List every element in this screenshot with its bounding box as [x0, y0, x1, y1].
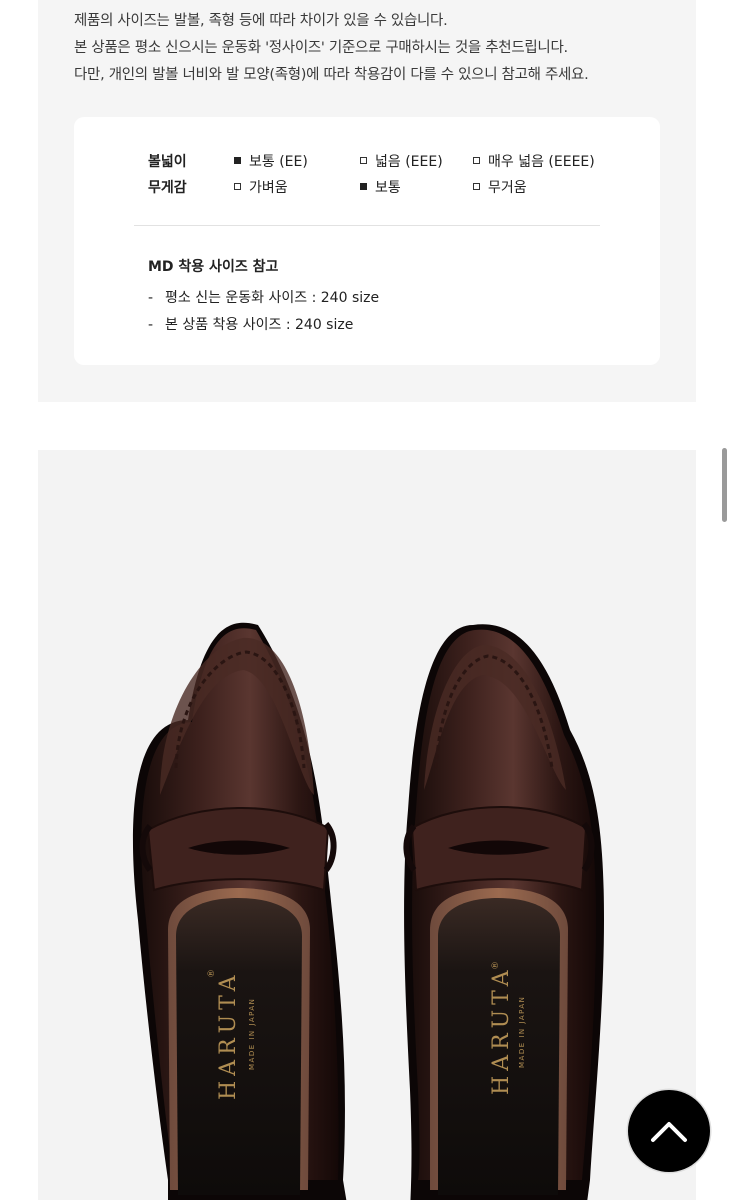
checked-square-icon — [234, 157, 241, 164]
size-notice: 제품의 사이즈는 발볼, 족형 등에 따라 차이가 있을 수 있습니다. 본 상… — [74, 8, 674, 89]
checked-square-icon — [360, 183, 367, 190]
md-fit-item: - 평소 신는 운동화 사이즈 : 240 size — [148, 290, 380, 306]
size-info-panel: 제품의 사이즈는 발볼, 족형 등에 따라 차이가 있을 수 있습니다. 본 상… — [38, 0, 696, 402]
divider — [134, 225, 600, 226]
notice-line: 다만, 개인의 발볼 너비와 발 모양(족형)에 따라 착용감이 다를 수 있으… — [74, 67, 589, 83]
empty-square-icon — [234, 183, 241, 190]
chevron-up-icon — [651, 1122, 687, 1142]
scrollbar-thumb[interactable] — [722, 448, 727, 522]
registered-mark: ® — [207, 969, 217, 978]
md-fit-item: -본 상품 착용 사이즈 : 240 size — [148, 317, 354, 333]
spec-option: 무거움 — [473, 177, 527, 197]
empty-square-icon — [360, 157, 367, 164]
spec-option: 보통 — [360, 177, 401, 197]
spec-card: 볼넓이 보통 (EE) 넓음 (EEE) 매우 넓음 (EEEE) 무게감 가벼… — [74, 117, 660, 365]
spec-option: 보통 (EE) — [234, 151, 308, 171]
spec-option: 매우 넓음 (EEEE) — [473, 151, 595, 171]
insole-text: MADE IN JAPAN — [248, 998, 256, 1070]
md-fit-title: MD 착용 사이즈 참고 — [148, 259, 279, 275]
brand-logo: HARUTA — [489, 965, 514, 1095]
registered-mark: ® — [491, 961, 501, 970]
empty-square-icon — [473, 157, 480, 164]
spec-row-weight: 무게감 가벼움 보통 무거움 — [148, 177, 628, 201]
spec-option: 넓음 (EEE) — [360, 151, 443, 171]
empty-square-icon — [473, 183, 480, 190]
spec-label-width: 볼넓이 — [148, 154, 187, 170]
left-loafer: HARUTA MADE IN JAPAN ® — [133, 622, 347, 1200]
spec-label-weight: 무게감 — [148, 180, 187, 196]
notice-line: 본 상품은 평소 신으시는 운동화 '정사이즈' 기준으로 구매하시는 것을 추… — [74, 40, 568, 56]
notice-line: 제품의 사이즈는 발볼, 족형 등에 따라 차이가 있을 수 있습니다. — [74, 13, 448, 29]
scroll-to-top-button[interactable] — [628, 1090, 710, 1172]
insole-text: MADE IN JAPAN — [518, 996, 526, 1068]
right-loafer: HARUTA MADE IN JAPAN ® — [403, 624, 604, 1200]
brand-logo: HARUTA — [216, 970, 241, 1100]
spec-row-width: 볼넓이 보통 (EE) 넓음 (EEE) 매우 넓음 (EEEE) — [148, 151, 628, 175]
product-image: HARUTA MADE IN JAPAN ® HARUTA MADE IN JA… — [38, 450, 696, 1200]
loafer-pair-image: HARUTA MADE IN JAPAN ® HARUTA MADE IN JA… — [133, 622, 604, 1200]
spec-option: 가벼움 — [234, 177, 288, 197]
